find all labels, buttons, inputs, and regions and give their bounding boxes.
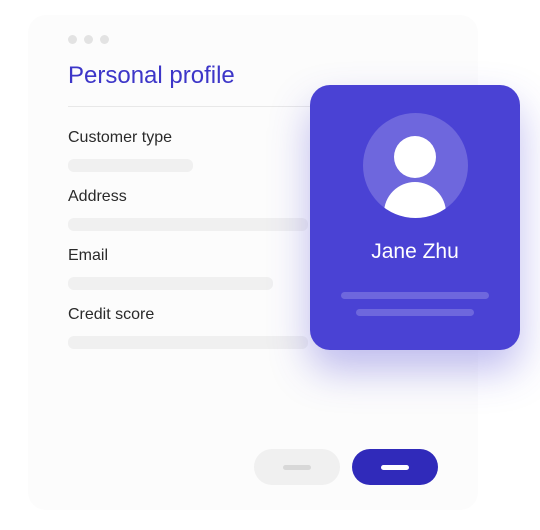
address-input[interactable] — [68, 218, 308, 231]
avatar-body-icon — [384, 182, 446, 218]
cancel-button[interactable] — [254, 449, 340, 485]
window-control-dot[interactable] — [84, 35, 93, 44]
profile-info-placeholder — [356, 309, 474, 316]
profile-name: Jane Zhu — [371, 240, 459, 264]
avatar-head-icon — [394, 136, 436, 178]
button-label-placeholder — [283, 465, 311, 470]
submit-button[interactable] — [352, 449, 438, 485]
button-label-placeholder — [381, 465, 409, 470]
credit-score-input[interactable] — [68, 336, 308, 349]
window-control-dot[interactable] — [100, 35, 109, 44]
window-control-dot[interactable] — [68, 35, 77, 44]
profile-info-placeholder — [341, 292, 489, 299]
divider — [68, 106, 318, 107]
email-input[interactable] — [68, 277, 273, 290]
profile-card: Jane Zhu — [310, 85, 520, 350]
window-controls — [68, 35, 438, 44]
button-row — [254, 449, 438, 485]
customer-type-input[interactable] — [68, 159, 193, 172]
avatar — [363, 113, 468, 218]
